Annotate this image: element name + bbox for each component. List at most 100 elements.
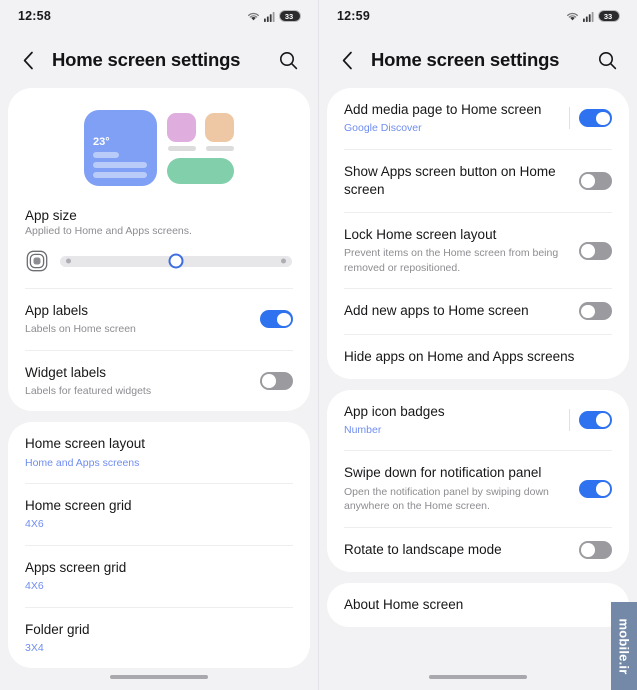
- back-button[interactable]: [333, 46, 361, 74]
- preview-bar: [93, 172, 147, 178]
- dual-screenshot-container: 12:58 33 Home screen settings 23° App si…: [0, 0, 637, 690]
- row-about-home-screen[interactable]: About Home screen: [327, 583, 629, 627]
- app-size-slider[interactable]: [60, 253, 292, 269]
- app-size-icon: [26, 250, 48, 272]
- row-home-screen-layout[interactable]: Home screen layout Home and Apps screens: [8, 422, 310, 483]
- status-icon-group: 33: [247, 10, 301, 22]
- toggle-rotate-landscape[interactable]: [579, 540, 612, 559]
- app-icon-placeholder: [205, 112, 234, 142]
- row-texts: App icon badges Number: [344, 403, 559, 438]
- left-phone-screen: 12:58 33 Home screen settings 23° App si…: [0, 0, 318, 690]
- row-app-icon-badges[interactable]: App icon badges Number: [327, 390, 629, 451]
- preview-widget-pill: [167, 157, 234, 184]
- toggle-app-labels[interactable]: [260, 310, 293, 329]
- app-bar-left: Home screen settings: [0, 32, 318, 88]
- row-texts: Hide apps on Home and Apps screens: [344, 348, 612, 366]
- row-hide-apps[interactable]: Hide apps on Home and Apps screens: [327, 335, 629, 379]
- page-title: Home screen settings: [52, 49, 241, 70]
- toggle-add-media-page[interactable]: [579, 109, 612, 128]
- toggle-knob: [262, 374, 276, 388]
- row-texts: Home screen layout Home and Apps screens: [25, 435, 293, 470]
- app-size-card: 23° App size Applied to Home and Apps sc…: [8, 88, 310, 412]
- row-add-media-page[interactable]: Add media page to Home screen Google Dis…: [327, 88, 629, 149]
- preview-app-icons: [167, 112, 234, 151]
- search-button[interactable]: [593, 46, 621, 74]
- row-texts: Add media page to Home screen Google Dis…: [344, 101, 559, 136]
- toggle-show-apps-screen-button[interactable]: [579, 171, 612, 190]
- toggle-app-icon-badges[interactable]: [579, 411, 612, 430]
- vertical-divider: [569, 107, 570, 130]
- row-subtitle: Labels for featured widgets: [25, 384, 152, 397]
- row-title: Add media page to Home screen: [344, 102, 542, 117]
- slider-thumb[interactable]: [168, 253, 184, 269]
- status-clock: 12:59: [337, 9, 370, 23]
- row-texts: Lock Home screen layout Prevent items on…: [344, 226, 569, 275]
- home-screen-options-card: Add media page to Home screen Google Dis…: [327, 88, 629, 379]
- vertical-divider: [569, 409, 570, 432]
- app-size-header: App size Applied to Home and Apps screen…: [8, 196, 310, 242]
- row-value: 4X6: [25, 518, 44, 531]
- slider-tick-max: [281, 258, 286, 264]
- row-title: App icon badges: [344, 403, 445, 419]
- row-home-screen-grid[interactable]: Home screen grid 4X6: [8, 484, 310, 545]
- badges-gestures-card: App icon badges Number Swipe down for no…: [327, 389, 629, 572]
- row-lock-home-screen-layout[interactable]: Lock Home screen layout Prevent items on…: [327, 213, 629, 288]
- weather-widget-preview: 23°: [84, 110, 157, 186]
- layout-grid-card: Home screen layout Home and Apps screens…: [8, 422, 310, 669]
- toggle-swipe-down-notification[interactable]: [579, 480, 612, 499]
- row-texts: Folder grid 3X4: [25, 621, 293, 656]
- row-title: Add new apps to Home screen: [344, 303, 529, 319]
- watermark: mobile.ir: [611, 602, 637, 690]
- preview-temperature: 23°: [93, 136, 110, 148]
- row-title: Apps screen grid: [25, 559, 127, 575]
- settings-scroll-right[interactable]: Add media page to Home screen Google Dis…: [319, 88, 637, 690]
- toggle-widget-labels[interactable]: [260, 372, 293, 391]
- slider-tick-min: [66, 258, 71, 264]
- toggle-group: [569, 107, 612, 130]
- toggle-knob: [596, 482, 610, 496]
- app-label-placeholder: [167, 145, 196, 151]
- home-indicator[interactable]: [110, 675, 208, 679]
- row-subtitle: Labels on Home screen: [25, 323, 136, 336]
- row-texts: Apps screen grid 4X6: [25, 559, 293, 594]
- row-subtitle: Number: [344, 423, 382, 436]
- toggle-add-new-apps[interactable]: [579, 302, 612, 321]
- row-apps-screen-grid[interactable]: Apps screen grid 4X6: [8, 546, 310, 607]
- row-texts: Widget labels Labels for featured widget…: [25, 364, 250, 399]
- row-title: App labels: [25, 303, 89, 318]
- row-title: Folder grid: [25, 621, 90, 637]
- row-title: Widget labels: [25, 364, 107, 380]
- row-app-labels[interactable]: App labels Labels on Home screen: [8, 289, 310, 350]
- toggle-group: [569, 409, 612, 432]
- wifi-icon: [566, 11, 579, 22]
- row-title: About Home screen: [344, 596, 464, 612]
- about-card: About Home screen: [327, 582, 629, 628]
- row-show-apps-screen-button[interactable]: Show Apps screen button on Home screen: [327, 150, 629, 212]
- cellular-signal-icon: [583, 11, 594, 22]
- row-title: Home screen grid: [25, 498, 132, 514]
- row-value: 3X4: [25, 641, 44, 654]
- app-size-slider-row[interactable]: [8, 242, 310, 288]
- row-add-new-apps[interactable]: Add new apps to Home screen: [327, 289, 629, 333]
- page-title: Home screen settings: [371, 49, 560, 70]
- row-rotate-landscape[interactable]: Rotate to landscape mode: [327, 528, 629, 572]
- row-widget-labels[interactable]: Widget labels Labels for featured widget…: [8, 351, 310, 412]
- row-swipe-down-notification[interactable]: Swipe down for notification panel Open t…: [327, 451, 629, 526]
- settings-scroll-left[interactable]: 23° App size Applied to Home and Apps sc…: [0, 88, 318, 690]
- row-folder-grid[interactable]: Folder grid 3X4: [8, 608, 310, 669]
- home-indicator[interactable]: [429, 675, 527, 679]
- status-bar-right: 12:59 33: [319, 0, 637, 32]
- toggle-lock-home-screen-layout[interactable]: [579, 241, 612, 260]
- app-size-subtitle: Applied to Home and Apps screens.: [25, 225, 192, 237]
- right-phone-screen: 12:59 33 Home screen settings Add media …: [318, 0, 637, 690]
- row-value: Home and Apps screens: [25, 456, 140, 469]
- preview-bar: [93, 152, 119, 158]
- preview-bar: [93, 162, 147, 168]
- row-title: Hide apps on Home and Apps screens: [344, 348, 575, 364]
- search-button[interactable]: [274, 46, 302, 74]
- row-texts: Add new apps to Home screen: [344, 302, 569, 320]
- row-title: Rotate to landscape mode: [344, 541, 502, 557]
- app-size-title: App size: [25, 208, 77, 223]
- back-button[interactable]: [14, 46, 42, 74]
- row-value: 4X6: [25, 580, 44, 593]
